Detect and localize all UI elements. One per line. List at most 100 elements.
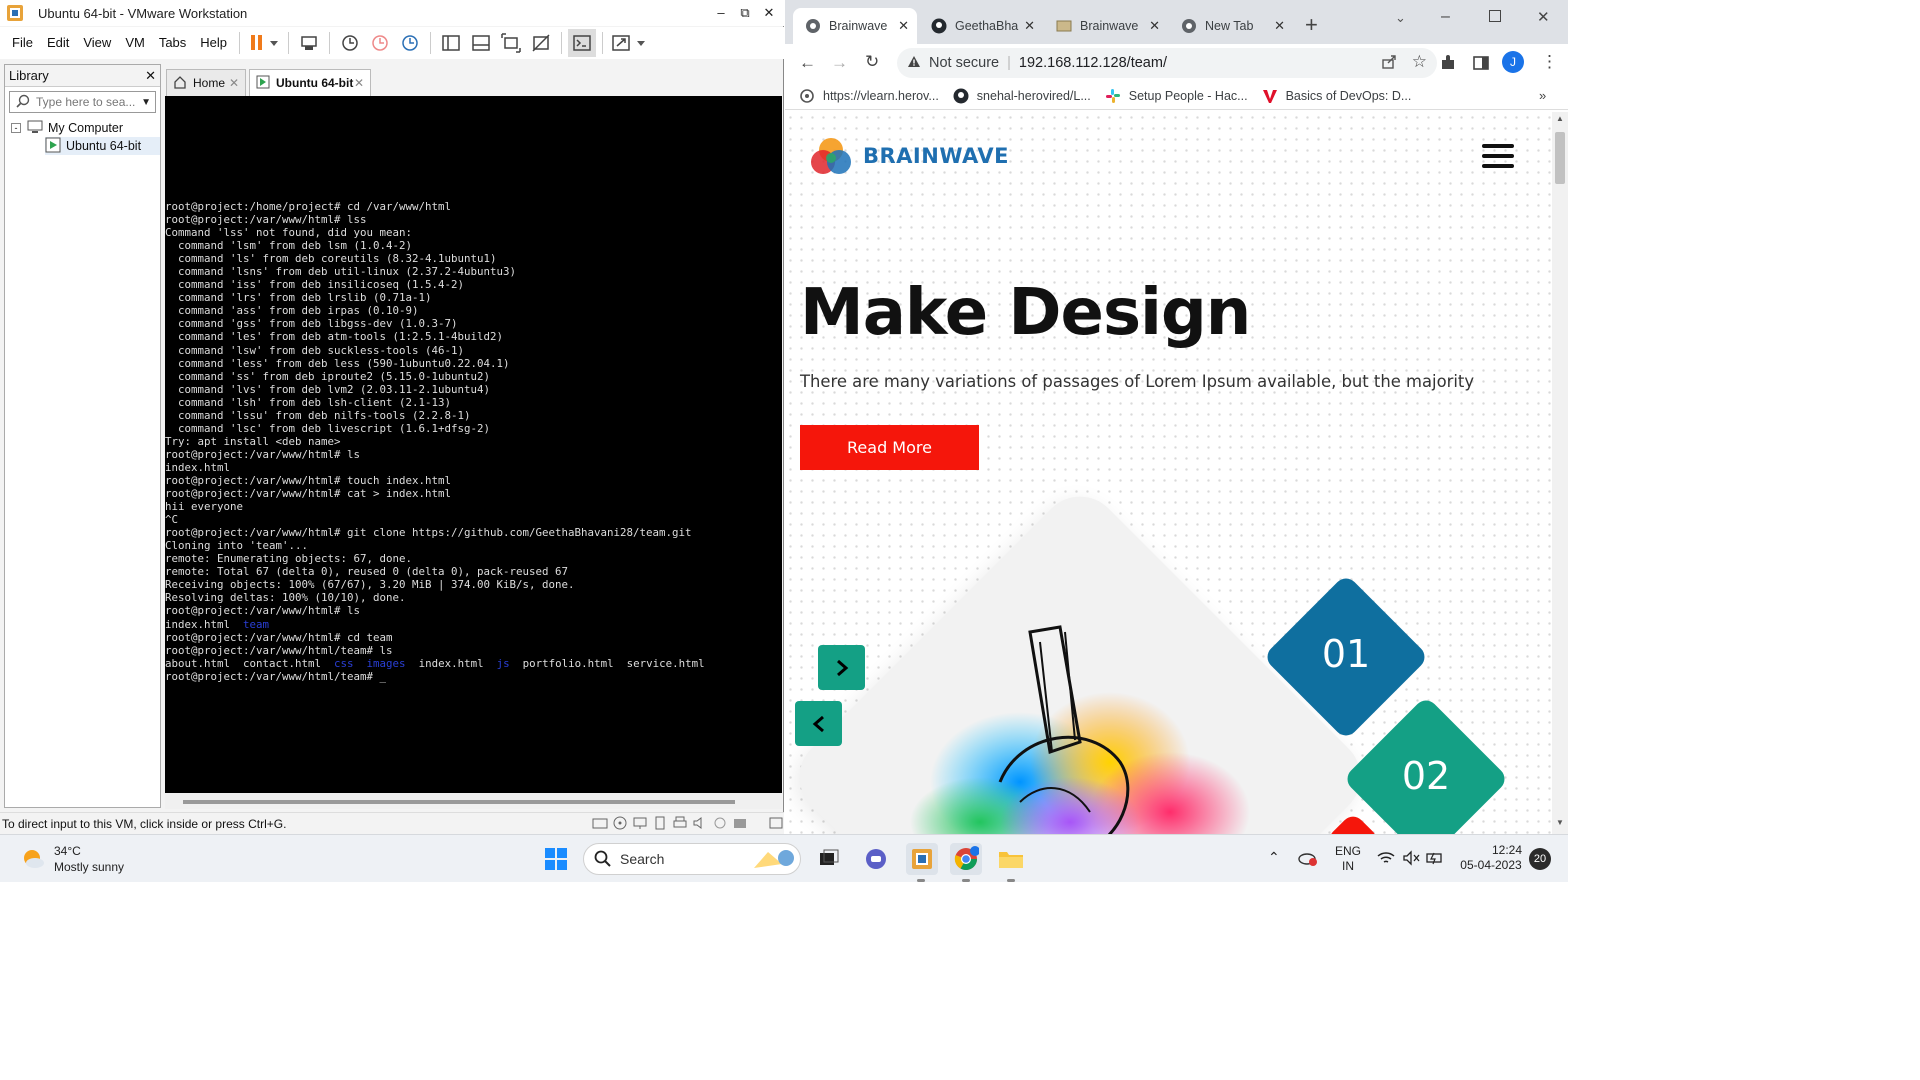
revert-snapshot-icon[interactable] (366, 29, 394, 57)
library-close-icon[interactable]: ✕ (145, 68, 156, 84)
camera-icon[interactable] (712, 816, 728, 830)
close-button[interactable]: ✕ (760, 4, 778, 22)
unity-icon[interactable] (527, 29, 555, 57)
send-ctrl-alt-del-icon[interactable] (295, 29, 323, 57)
cd-drive-icon[interactable] (612, 816, 628, 830)
snapshot-icon[interactable] (336, 29, 364, 57)
tab-search-icon[interactable]: ⌄ (1395, 10, 1406, 26)
weather-widget[interactable]: 34°C Mostly sunny (20, 843, 124, 875)
task-view-icon[interactable] (813, 843, 845, 875)
scroll-thumb[interactable] (183, 800, 735, 804)
onedrive-error-icon[interactable] (1298, 850, 1318, 869)
menu-file[interactable]: File (5, 28, 40, 58)
tree-item-ubuntu[interactable]: Ubuntu 64-bit (45, 137, 160, 155)
library-search-input[interactable]: Type here to sea... ▼ (9, 91, 156, 113)
side-panel-icon[interactable] (1472, 54, 1490, 75)
bookmark-github[interactable]: snehal-herovired/L... (953, 88, 1091, 104)
profile-avatar[interactable]: J (1502, 51, 1524, 73)
next-slide-button[interactable] (818, 645, 865, 690)
scroll-thumb[interactable] (1555, 132, 1565, 184)
bookmark-vlearn[interactable]: https://vlearn.herov... (799, 88, 939, 104)
start-button[interactable] (540, 843, 572, 875)
reload-button[interactable]: ↻ (865, 52, 879, 72)
stretch-guest-icon[interactable] (609, 29, 649, 57)
printer-icon[interactable] (672, 816, 688, 830)
teams-chat-icon[interactable] (860, 843, 892, 875)
scroll-down-icon[interactable]: ▼ (1556, 818, 1564, 827)
page-vertical-scrollbar[interactable]: ▲ ▼ (1552, 112, 1568, 834)
notification-badge[interactable]: 20 (1529, 848, 1551, 870)
tab-brainwave-2[interactable]: Brainwave ✕ (1044, 8, 1168, 44)
read-more-button[interactable]: Read More (800, 425, 979, 470)
terminal-line: Command 'lss' not found, did you mean: (165, 226, 782, 239)
language-indicator[interactable]: ENG IN (1334, 844, 1362, 874)
vm-console[interactable]: root@project:/home/project# cd /var/www/… (165, 96, 782, 793)
bookmarks-overflow-icon[interactable]: » (1539, 88, 1546, 103)
tab-close-icon[interactable]: ✕ (1024, 18, 1035, 34)
tab-close-icon[interactable]: ✕ (1149, 18, 1160, 34)
maximize-button[interactable] (1489, 10, 1501, 22)
taskbar-search-box[interactable]: Search (583, 843, 801, 875)
share-icon[interactable] (1381, 54, 1397, 74)
prev-slide-button[interactable] (795, 701, 842, 746)
tab-close-icon[interactable]: ✕ (354, 76, 364, 90)
restore-button[interactable]: ⧉ (736, 4, 754, 22)
scroll-up-icon[interactable]: ▲ (1556, 114, 1564, 123)
tab-close-icon[interactable]: ✕ (898, 18, 909, 34)
search-dropdown-icon[interactable]: ▼ (141, 97, 151, 108)
volume-muted-icon[interactable] (1402, 850, 1420, 869)
usb-icon[interactable] (652, 816, 668, 830)
bookmark-star-icon[interactable]: ☆ (1412, 52, 1427, 72)
back-button[interactable]: ← (799, 53, 816, 73)
display-icon[interactable] (732, 816, 748, 830)
site-logo[interactable]: BRAINWAVE (809, 134, 1009, 178)
full-screen-icon[interactable] (497, 29, 525, 57)
tree-root-label: My Computer (48, 121, 124, 135)
snapshot-manager-icon[interactable] (396, 29, 424, 57)
close-button[interactable]: ✕ (1537, 8, 1550, 26)
wifi-icon[interactable] (1377, 850, 1395, 869)
clock[interactable]: 12:24 05-04-2023 (1456, 843, 1526, 873)
terminal-line: command 'les' from deb atm-tools (1:2.5.… (165, 330, 782, 343)
menu-dots-icon[interactable]: ⋮ (1541, 52, 1558, 72)
sound-icon[interactable] (692, 816, 708, 830)
message-icon[interactable] (768, 816, 784, 830)
tab-close-icon[interactable]: ✕ (1274, 18, 1285, 34)
console-horizontal-scrollbar[interactable] (165, 793, 782, 809)
tree-item-my-computer[interactable]: - My Computer (5, 119, 160, 137)
suspend-button[interactable] (246, 29, 282, 57)
menu-edit[interactable]: Edit (40, 28, 76, 58)
show-hidden-icons-icon[interactable]: ⌃ (1268, 849, 1280, 866)
minimize-button[interactable]: – (712, 4, 730, 22)
address-bar[interactable]: Not secure | 192.168.112.128/team/ ☆ (897, 48, 1437, 78)
menu-help[interactable]: Help (193, 28, 234, 58)
tab-github[interactable]: GeethaBha ✕ (919, 8, 1043, 44)
collapse-icon[interactable]: - (11, 123, 21, 133)
menu-vm[interactable]: VM (118, 28, 152, 58)
tab-ubuntu[interactable]: Ubuntu 64-bit ✕ (249, 69, 371, 96)
thumbnail-bar-icon[interactable] (467, 29, 495, 57)
bookmark-devops[interactable]: Basics of DevOps: D... (1262, 88, 1411, 104)
extensions-icon[interactable] (1439, 54, 1457, 75)
chrome-taskbar-icon[interactable] (950, 843, 982, 875)
tab-brainwave-active[interactable]: Brainwave ✕ (793, 8, 917, 44)
battery-charging-icon[interactable] (1426, 850, 1444, 869)
vmware-taskbar-icon[interactable] (906, 843, 938, 875)
minimize-button[interactable]: – (1441, 8, 1450, 26)
file-explorer-icon[interactable] (995, 843, 1027, 875)
new-tab-button[interactable]: + (1305, 12, 1318, 38)
forward-button[interactable]: → (831, 53, 848, 73)
terminal-text: command 'ss' from deb iproute2 (5.15.0-1… (165, 369, 491, 383)
network-icon[interactable] (632, 816, 648, 830)
tab-new-tab[interactable]: New Tab ✕ (1169, 8, 1293, 44)
console-view-icon[interactable] (568, 29, 597, 57)
menu-view[interactable]: View (76, 28, 118, 58)
show-library-icon[interactable] (437, 29, 465, 57)
tab-close-icon[interactable]: ✕ (229, 76, 239, 90)
tab-home[interactable]: Home ✕ (166, 69, 246, 96)
tab-home-label: Home (193, 76, 226, 90)
hamburger-menu-icon[interactable] (1482, 144, 1514, 172)
bookmark-slack[interactable]: Setup People - Hac... (1105, 88, 1248, 104)
hard-disk-icon[interactable] (592, 816, 608, 830)
menu-tabs[interactable]: Tabs (152, 28, 193, 58)
